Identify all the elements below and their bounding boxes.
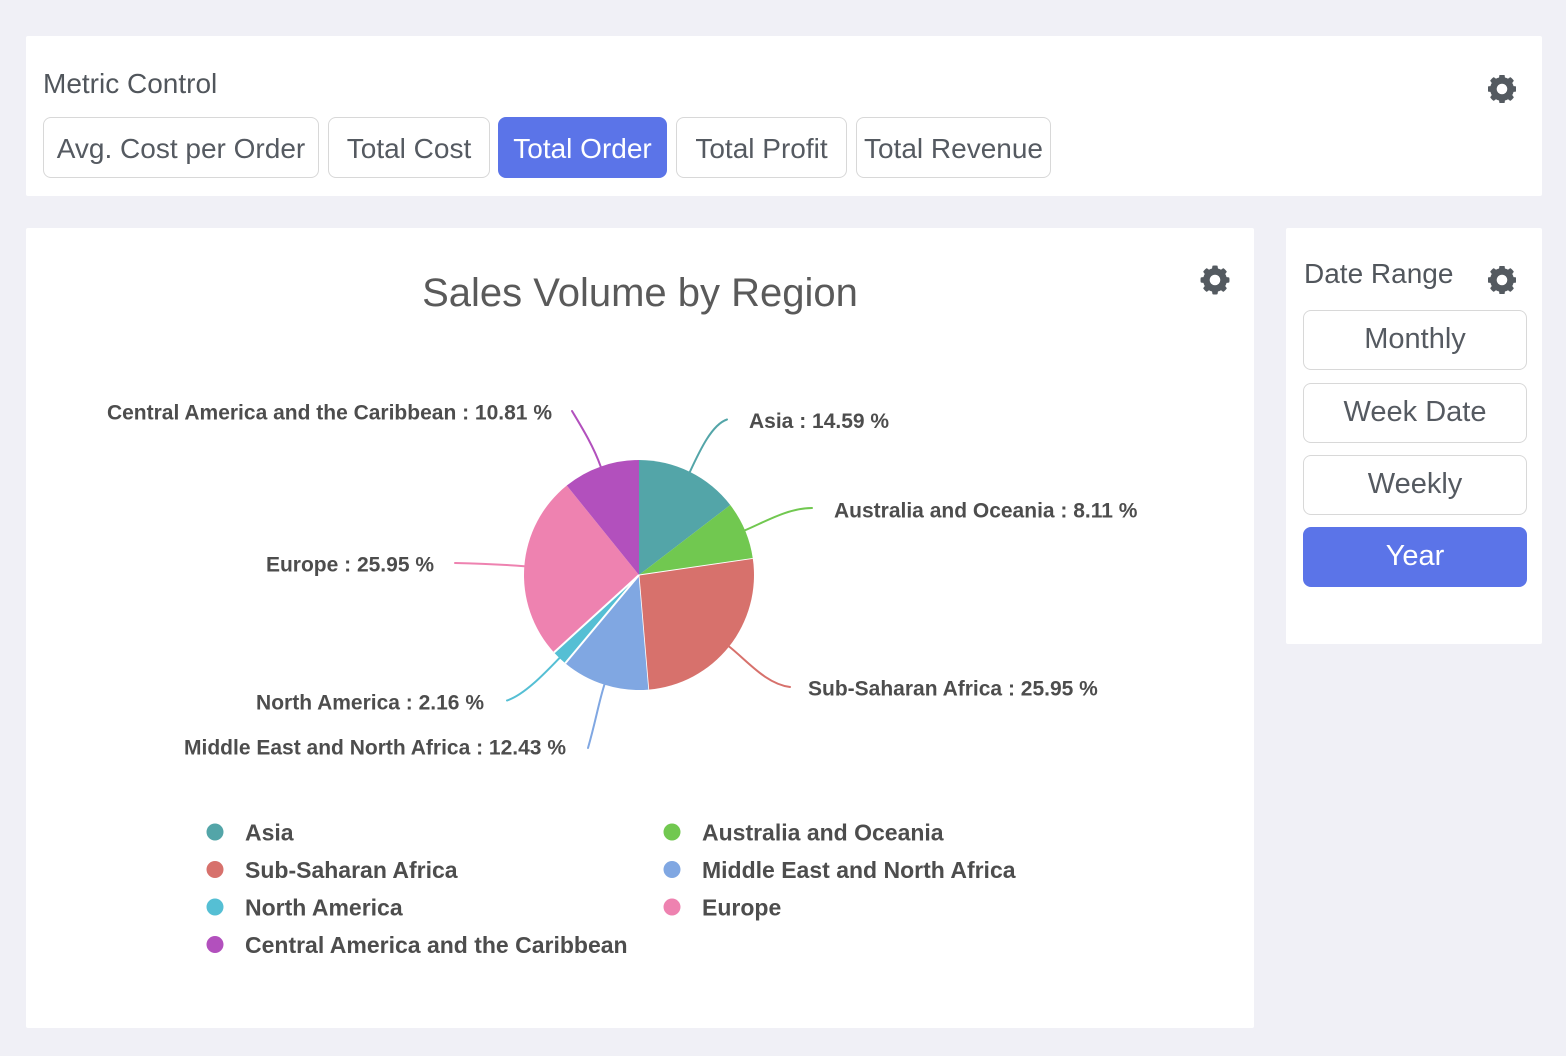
svg-text:Asia: Asia xyxy=(245,819,294,845)
svg-text:Asia : 14.59 %: Asia : 14.59 % xyxy=(749,410,889,433)
svg-text:Middle East and North Africa: Middle East and North Africa xyxy=(702,857,1016,883)
svg-text:Australia and Oceania : 8.11 %: Australia and Oceania : 8.11 % xyxy=(834,500,1138,523)
svg-text:North America: North America xyxy=(245,894,403,920)
svg-text:Europe : 25.95 %: Europe : 25.95 % xyxy=(266,554,434,577)
svg-text:Central America and the Caribb: Central America and the Caribbean : 10.8… xyxy=(107,402,552,425)
svg-text:North America : 2.16 %: North America : 2.16 % xyxy=(256,692,484,715)
svg-text:Australia and Oceania: Australia and Oceania xyxy=(702,819,944,845)
svg-text:Sales Volume by Region: Sales Volume by Region xyxy=(422,271,858,315)
svg-text:Europe: Europe xyxy=(702,894,781,920)
svg-text:Central America and the Caribb: Central America and the Caribbean xyxy=(245,932,628,958)
svg-text:Sub-Saharan Africa : 25.95 %: Sub-Saharan Africa : 25.95 % xyxy=(808,678,1098,701)
svg-text:Sub-Saharan Africa: Sub-Saharan Africa xyxy=(245,857,458,883)
svg-text:Middle East and North Africa :: Middle East and North Africa : 12.43 % xyxy=(184,737,566,760)
